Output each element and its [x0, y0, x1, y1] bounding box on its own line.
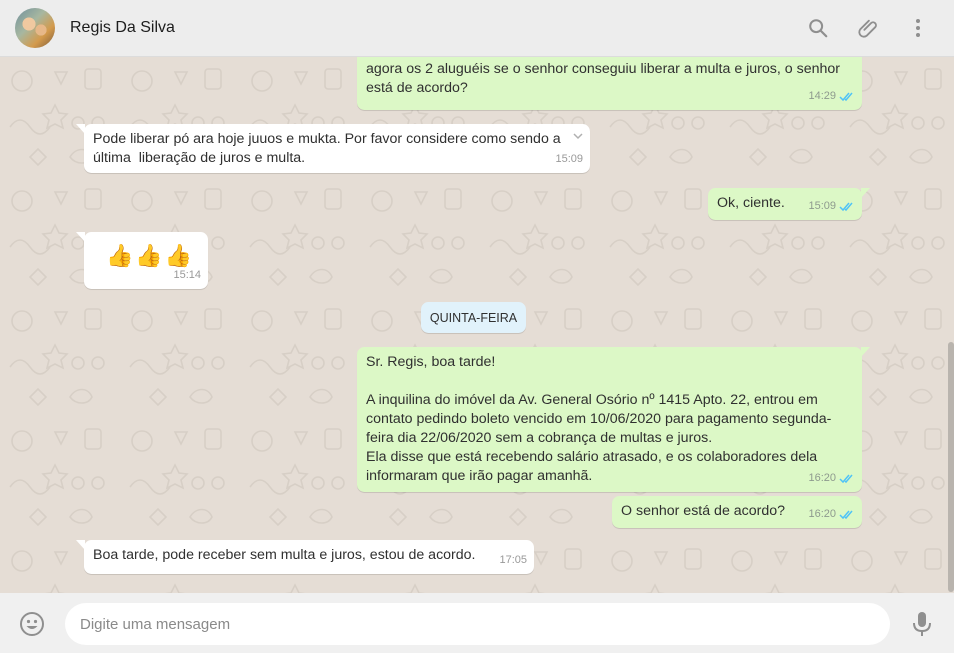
message-text: Pode liberar pó ara hoje juuos e mukta. … [93, 131, 561, 166]
message-time: 15:09 [808, 200, 836, 212]
message-bubble-outgoing[interactable]: O senhor está de acordo? 16:20 [612, 496, 862, 528]
message-time: 15:14 [173, 269, 201, 281]
message-meta: 16:20 [808, 505, 855, 524]
chat-header: Regis Da Silva [0, 0, 954, 57]
attach-icon[interactable] [854, 14, 882, 42]
read-receipt-icon [839, 474, 853, 484]
chat-area[interactable]: recebido no dia 20/05/2020 e caiu ontem … [0, 57, 954, 593]
message-bubble-incoming[interactable]: Pode liberar pó ara hoje juuos e mukta. … [76, 124, 590, 173]
emoji-icon[interactable] [19, 611, 45, 637]
message-time: 15:09 [555, 153, 583, 165]
read-receipt-icon [839, 92, 853, 102]
composer-bar [0, 593, 954, 653]
message-bubble-outgoing[interactable]: Ok, ciente. 15:09 [708, 188, 870, 220]
message-time: 16:20 [808, 472, 836, 484]
day-separator: QUINTA-FEIRA [421, 302, 526, 333]
message-bubble-incoming[interactable]: Boa tarde, pode receber sem multa e juro… [76, 540, 534, 574]
message-text: Sr. Regis, boa tarde! A inquilina do imó… [366, 354, 832, 484]
message-text: recebido no dia 20/05/2020 e caiu ontem … [366, 57, 851, 96]
chevron-down-icon[interactable] [572, 132, 584, 140]
microphone-icon[interactable] [909, 609, 935, 639]
search-icon[interactable] [804, 14, 832, 42]
message-bubble-incoming[interactable]: 👍👍👍 15:14 [76, 232, 208, 289]
read-receipt-icon [839, 202, 853, 212]
chat-scrollbar[interactable] [948, 342, 954, 592]
contact-avatar[interactable] [15, 8, 55, 48]
message-meta: 17:05 [499, 551, 527, 570]
message-meta: 15:09 [808, 197, 855, 216]
message-meta: 16:20 [808, 469, 855, 488]
message-time: 14:29 [808, 90, 836, 102]
message-input[interactable] [65, 603, 890, 645]
menu-icon[interactable] [904, 14, 932, 42]
message-bubble-outgoing[interactable]: recebido no dia 20/05/2020 e caiu ontem … [357, 57, 862, 110]
message-meta: 14:29 [808, 87, 855, 106]
read-receipt-icon [839, 510, 853, 520]
message-bubble-outgoing[interactable]: Sr. Regis, boa tarde! A inquilina do imó… [357, 347, 870, 492]
message-time: 16:20 [808, 508, 836, 520]
message-meta: 15:09 [555, 150, 583, 169]
message-meta: 15:14 [173, 266, 201, 285]
contact-name[interactable]: Regis Da Silva [70, 19, 175, 37]
message-time: 17:05 [499, 554, 527, 566]
message-text: Boa tarde, pode receber sem multa e juro… [93, 547, 476, 563]
